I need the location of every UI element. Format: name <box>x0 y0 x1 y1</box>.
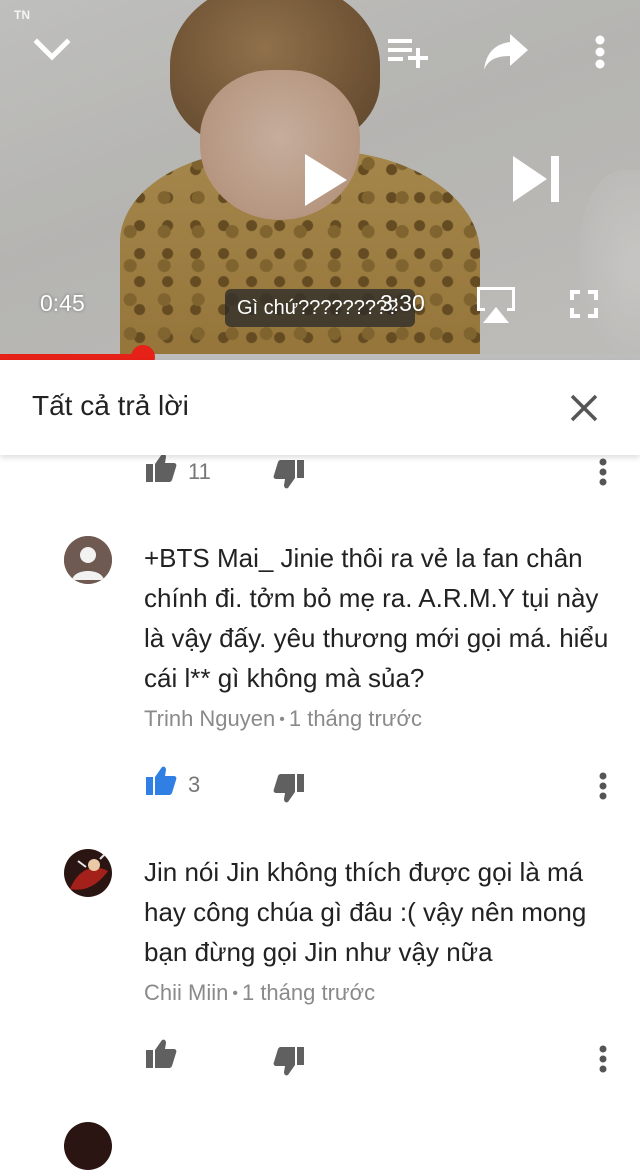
play-icon[interactable] <box>298 150 352 210</box>
like-button[interactable] <box>144 765 178 797</box>
more-vert-icon[interactable] <box>590 34 610 70</box>
avatar[interactable] <box>64 849 112 897</box>
duration: 3:30 <box>380 290 425 316</box>
more-vert-icon[interactable] <box>598 1042 608 1076</box>
like-button[interactable] <box>144 452 178 484</box>
close-icon[interactable] <box>562 386 606 430</box>
airplay-icon[interactable] <box>472 282 520 326</box>
more-vert-icon[interactable] <box>598 769 608 803</box>
like-button[interactable] <box>144 1038 178 1070</box>
comment-text: +BTS Mai_ Jinie thôi ra vẻ la fan chân c… <box>144 543 609 693</box>
like-count: 11 <box>188 459 211 484</box>
replies-header: Tất cả trả lời <box>0 360 640 455</box>
skip-next-icon[interactable] <box>508 152 564 206</box>
like-count: 3 <box>188 772 201 797</box>
dislike-button[interactable] <box>272 1045 306 1077</box>
add-to-playlist-icon[interactable] <box>385 34 431 70</box>
avatar[interactable] <box>64 536 112 584</box>
replies-title: Tất cả trả lời <box>32 390 189 421</box>
comment-time: 1 tháng trước <box>288 706 422 731</box>
dislike-button[interactable] <box>272 772 306 804</box>
dislike-button[interactable] <box>272 458 306 490</box>
comment-meta: Trinh Nguyen • 1 tháng trước <box>144 706 422 731</box>
chevron-down-icon[interactable] <box>30 30 74 70</box>
comment-author[interactable]: Trinh Nguyen <box>144 706 275 731</box>
fullscreen-icon[interactable] <box>566 286 602 322</box>
comment-author[interactable]: Chii Miin <box>144 980 228 1005</box>
video-player[interactable]: TN 0:45 Gì chứ????????? 3:30 <box>0 0 640 358</box>
current-time: 0:45 <box>40 290 85 316</box>
more-vert-icon[interactable] <box>598 455 608 489</box>
avatar[interactable] <box>64 1122 112 1170</box>
share-icon[interactable] <box>480 30 532 74</box>
comment-text: Jin nói Jin không thích được gọi là má h… <box>144 857 587 967</box>
comment-meta: Chii Miin • 1 tháng trước <box>144 980 376 1005</box>
comment-time: 1 tháng trước <box>241 980 376 1005</box>
channel-watermark: TN <box>14 8 30 22</box>
